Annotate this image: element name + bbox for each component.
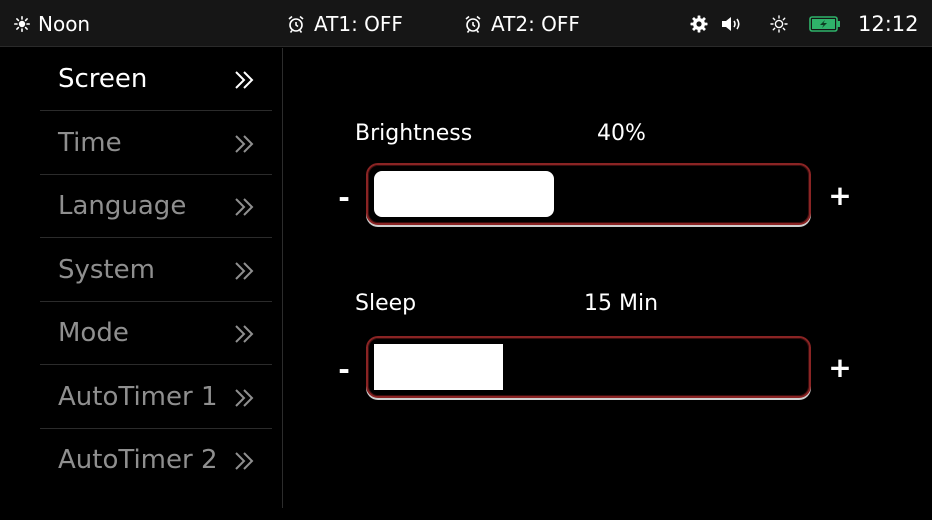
sidebar-item-label: Screen <box>58 64 148 94</box>
sidebar-item-autotimer-1[interactable]: AutoTimer 1 <box>40 366 272 429</box>
sleep-slider[interactable] <box>366 336 811 398</box>
sidebar-item-label: Language <box>58 191 187 221</box>
alarm-timer-2-label: AT2: OFF <box>491 11 580 36</box>
alarm-timer-2-status[interactable]: AT2: OFF <box>463 0 580 47</box>
speaker-icon[interactable] <box>721 0 745 47</box>
brightness-value: 40% <box>597 121 646 146</box>
sidebar-divider <box>282 48 283 508</box>
brightness-label: Brightness <box>355 121 473 146</box>
gear-icon[interactable] <box>690 0 708 47</box>
sidebar-item-label: System <box>58 255 155 285</box>
sleep-increase-button[interactable]: + <box>826 354 854 382</box>
battery-icon <box>809 0 841 47</box>
sidebar-item-label: AutoTimer 1 <box>58 382 218 412</box>
double-chevron-right-icon <box>233 239 255 302</box>
clock-time: 12:12 <box>858 11 919 36</box>
sidebar-item-label: AutoTimer 2 <box>58 445 218 475</box>
status-bar: Noon AT1: OFF AT2: OFF 12:12 <box>0 0 932 47</box>
double-chevron-right-icon <box>233 175 255 238</box>
sidebar-item-label: Time <box>58 128 122 158</box>
alarm-timer-1-status[interactable]: AT1: OFF <box>286 0 403 47</box>
double-chevron-right-icon <box>233 302 255 365</box>
sidebar-item-language[interactable]: Language <box>40 175 272 238</box>
sleep-label: Sleep <box>355 291 417 316</box>
sidebar-item-time[interactable]: Time <box>40 112 272 175</box>
daypart-label: Noon <box>38 11 91 36</box>
sleep-slider-fill <box>374 344 503 390</box>
brightness-slider[interactable] <box>366 163 811 225</box>
double-chevron-right-icon <box>233 112 255 175</box>
sidebar-item-screen[interactable]: Screen <box>40 48 272 111</box>
sidebar-item-system[interactable]: System <box>40 239 272 302</box>
double-chevron-right-icon <box>233 366 255 429</box>
sidebar-item-label: Mode <box>58 318 129 348</box>
alarm-clock-icon <box>463 14 483 34</box>
brightness-icon[interactable] <box>770 0 788 47</box>
daypart-indicator: Noon <box>14 0 90 47</box>
sleep-value: 15 Min <box>584 291 659 316</box>
brightness-decrease-button[interactable]: - <box>330 184 358 212</box>
brightness-increase-button[interactable]: + <box>826 182 854 210</box>
brightness-slider-fill <box>374 171 554 217</box>
sleep-decrease-button[interactable]: - <box>330 356 358 384</box>
alarm-timer-1-label: AT1: OFF <box>314 11 403 36</box>
sidebar-item-autotimer-2[interactable]: AutoTimer 2 <box>40 429 272 492</box>
sun-icon <box>14 15 30 32</box>
double-chevron-right-icon <box>233 429 255 492</box>
double-chevron-right-icon <box>233 48 255 111</box>
sidebar-item-mode[interactable]: Mode <box>40 302 272 365</box>
alarm-clock-icon <box>286 14 306 34</box>
settings-sidebar: Screen Time Language System Mode AutoTim… <box>0 48 282 510</box>
